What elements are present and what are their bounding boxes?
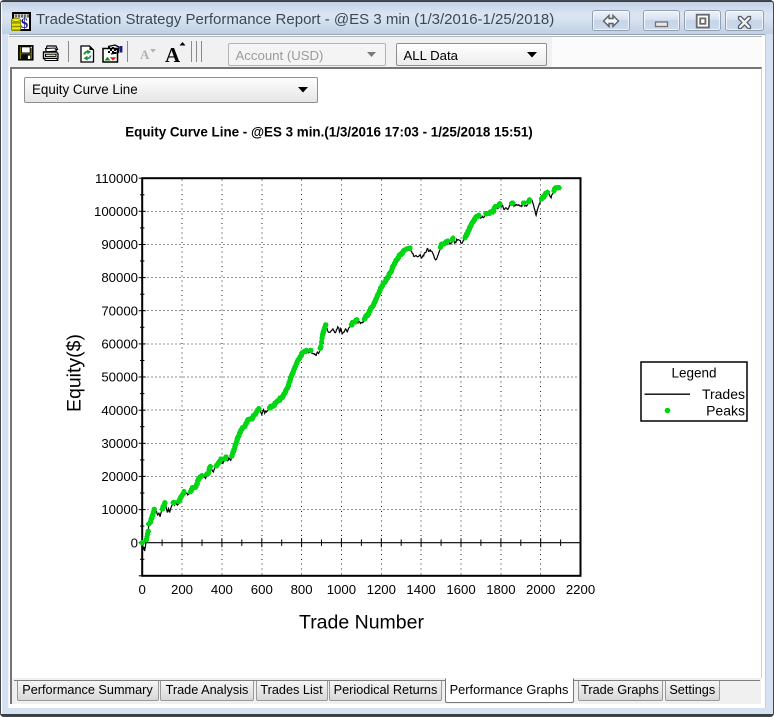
svg-text:50000: 50000 [101, 370, 138, 385]
svg-text:40000: 40000 [101, 403, 138, 418]
svg-text:0: 0 [139, 582, 146, 597]
svg-text:110000: 110000 [95, 171, 138, 186]
svg-text:2200: 2200 [566, 582, 595, 597]
svg-text:1400: 1400 [406, 582, 435, 597]
svg-text:0: 0 [131, 535, 138, 550]
svg-text:200: 200 [171, 582, 193, 597]
svg-text:1800: 1800 [486, 582, 515, 597]
svg-text:10000: 10000 [101, 502, 138, 517]
svg-text:800: 800 [291, 582, 313, 597]
svg-text:400: 400 [211, 582, 233, 597]
svg-text:2000: 2000 [526, 582, 555, 597]
svg-text:1600: 1600 [446, 582, 475, 597]
svg-text:100000: 100000 [94, 204, 138, 219]
svg-text:80000: 80000 [101, 270, 138, 285]
svg-text:Trade Number: Trade Number [299, 612, 424, 634]
svg-text:Equity Curve Line - @ES 3 min.: Equity Curve Line - @ES 3 min.(1/3/2016 … [125, 125, 533, 140]
svg-text:1000: 1000 [327, 582, 356, 597]
svg-text:90000: 90000 [101, 237, 138, 252]
svg-text:Trades: Trades [702, 386, 745, 402]
svg-text:60000: 60000 [101, 337, 138, 352]
svg-text:70000: 70000 [101, 303, 138, 318]
svg-text:Peaks: Peaks [706, 403, 745, 419]
svg-text:1200: 1200 [367, 582, 396, 597]
svg-text:30000: 30000 [101, 436, 138, 451]
svg-text:600: 600 [251, 582, 273, 597]
svg-text:Equity($): Equity($) [64, 334, 86, 412]
svg-text:20000: 20000 [101, 469, 138, 484]
svg-text:Legend: Legend [671, 366, 716, 381]
